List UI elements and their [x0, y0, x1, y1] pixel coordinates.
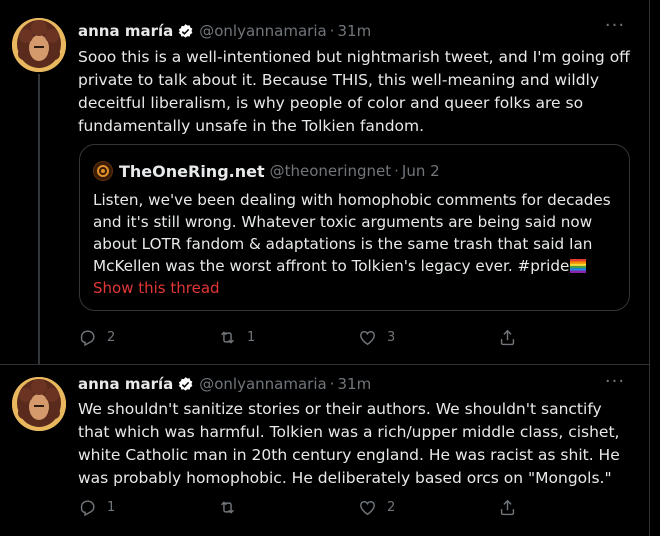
timestamp[interactable]: 31m: [338, 22, 372, 40]
quote-avatar: [93, 161, 113, 181]
like-button[interactable]: 3: [358, 328, 498, 347]
verified-badge-icon: [178, 376, 193, 391]
more-options-icon[interactable]: ···: [604, 17, 626, 35]
tweet-header: anna maría @onlyannamaria · 31m: [78, 20, 371, 42]
reply-button[interactable]: 2: [78, 328, 218, 347]
like-count: 2: [387, 499, 396, 515]
retweet-button[interactable]: [218, 498, 358, 517]
share-button[interactable]: [498, 498, 538, 517]
tweet-text: We shouldn't sanitize stories or their a…: [78, 400, 620, 487]
tweet-text: Sooo this is a well-intentioned but nigh…: [78, 48, 630, 135]
quote-header: TheOneRing.net @theoneringnet · Jun 2: [93, 161, 440, 181]
retweet-icon: [221, 500, 234, 514]
tweet-actions: 2 1 3: [78, 326, 558, 348]
share-button[interactable]: [498, 328, 538, 347]
thread-connector-line: [38, 74, 40, 364]
show-thread-link[interactable]: Show this thread: [93, 279, 220, 297]
author-handle[interactable]: @onlyannamaria: [199, 22, 326, 40]
reply-count: 1: [107, 499, 116, 515]
quote-text: Listen, we've been dealing with homophob…: [93, 191, 611, 275]
retweet-button[interactable]: 1: [218, 328, 358, 347]
author-name[interactable]: anna maría: [78, 22, 173, 40]
ring-logo-icon: [97, 165, 109, 177]
tweet[interactable]: anna maría @onlyannamaria · 31m ··· We s…: [0, 364, 650, 487]
author-name[interactable]: anna maría: [78, 375, 173, 393]
tweet-actions: 1 2: [78, 496, 558, 518]
verified-badge-icon: [178, 23, 193, 38]
separator-dot: ·: [394, 162, 399, 180]
reply-button[interactable]: 1: [78, 498, 218, 517]
like-icon: [360, 330, 375, 345]
like-count: 3: [387, 329, 396, 345]
timeline: anna maría @onlyannamaria · 31m ··· Sooo…: [0, 0, 650, 536]
separator-dot: ·: [329, 22, 335, 40]
share-icon: [500, 499, 515, 515]
timestamp[interactable]: 31m: [338, 375, 372, 393]
author-handle[interactable]: @onlyannamaria: [199, 375, 326, 393]
like-icon: [360, 500, 375, 515]
avatar[interactable]: [12, 18, 66, 72]
share-icon: [500, 329, 515, 345]
retweet-icon: [221, 330, 234, 344]
reply-count: 2: [107, 329, 116, 345]
avatar[interactable]: [12, 377, 66, 431]
more-options-icon[interactable]: ···: [604, 373, 626, 391]
like-button[interactable]: 2: [358, 498, 498, 517]
tweet-header: anna maría @onlyannamaria · 31m: [78, 373, 371, 395]
reply-icon: [80, 499, 95, 516]
quoted-tweet[interactable]: TheOneRing.net @theoneringnet · Jun 2 Li…: [79, 144, 630, 311]
pride-flag-icon: [570, 259, 587, 273]
quote-date[interactable]: Jun 2: [402, 162, 440, 180]
separator-dot: ·: [329, 375, 335, 393]
quote-author-name[interactable]: TheOneRing.net: [119, 162, 265, 181]
reply-icon: [80, 329, 95, 346]
quote-author-handle[interactable]: @theoneringnet: [270, 162, 392, 180]
retweet-count: 1: [247, 329, 256, 345]
quote-text-block: Listen, we've been dealing with homophob…: [93, 189, 623, 277]
